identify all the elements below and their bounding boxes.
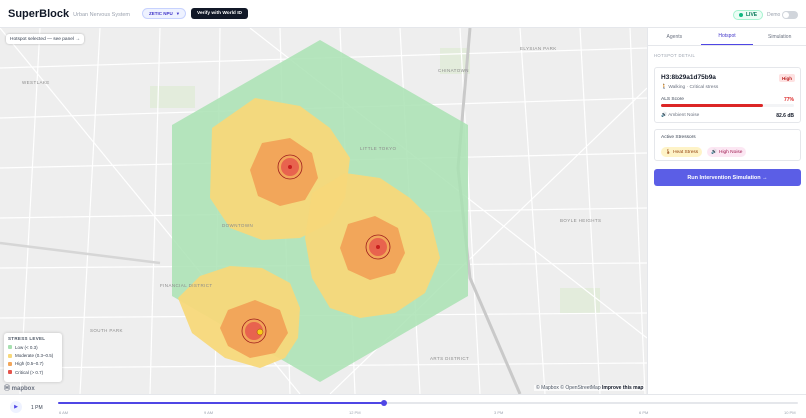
legend-item: Low (< 0.3) (8, 343, 58, 351)
hotspot-card: H3:8b29a1d75b9a High 🚶 Walking · Critica… (654, 67, 801, 123)
time-tick: 6 PM (639, 410, 649, 415)
hotspot-mode-text: Walking · Critical stress (668, 85, 719, 90)
run-simulation-button[interactable]: Run Intervention Simulation → (654, 169, 801, 186)
hotspot-mode: 🚶 Walking · Critical stress (661, 85, 718, 90)
stressors-card: Active Stressors 🌡 Heat Stress 🔊 High Nois… (654, 129, 801, 161)
mapbox-logo-text: mapbox (11, 386, 35, 392)
stress-legend: STRESS LEVEL Low (< 0.3) Moderate (0.3–0… (4, 333, 62, 382)
hotspot-status-pill: Hotspot selected — see panel → (6, 34, 85, 44)
legend-swatch (8, 345, 12, 350)
demo-label: Demo (767, 12, 781, 18)
score-bar-fill (661, 104, 764, 107)
brand-name: SuperBlock (8, 7, 70, 20)
time-slider[interactable] (58, 400, 798, 406)
walking-icon: 🚶 (661, 85, 667, 90)
selected-agent-marker[interactable] (256, 328, 264, 336)
legend-label: Critical (> 0.7) (15, 369, 44, 375)
section-label: HOTSPOT DETAIL (654, 53, 696, 58)
district-label: ARTS DISTRICT (430, 356, 470, 361)
speaker-icon: 🔊 (711, 149, 717, 155)
legend-swatch (8, 370, 12, 375)
hotspot-center[interactable] (376, 245, 380, 249)
time-tick: 6 AM (59, 410, 69, 415)
legend-label: Moderate (0.3–0.5) (15, 353, 54, 359)
park-area (150, 86, 195, 108)
district-label: DOWNTOWN (222, 223, 254, 228)
time-tick: 12 PM (349, 410, 361, 415)
panel-tabs: Agents Hotspot Simulation (648, 28, 806, 46)
score-bar (661, 104, 794, 107)
noise-label-text: Ambient Noise (668, 113, 700, 118)
tab-hotspot[interactable]: Hotspot (700, 28, 754, 45)
tab-simulation[interactable]: Simulation (753, 28, 806, 45)
severity-badge: High (779, 74, 795, 82)
time-tick: 10 PM (784, 410, 796, 415)
time-tick: 3 PM (494, 410, 504, 415)
hotspot-id: H3:8b29a1d75b9a (661, 74, 716, 81)
noise-label: 🔊 Ambient Noise (661, 113, 699, 118)
legend-label: High (0.5–0.7) (15, 361, 44, 367)
legend-item: Moderate (0.3–0.5) (8, 351, 58, 359)
noise-icon: 🔊 (661, 113, 667, 118)
demo-toggle[interactable] (782, 11, 798, 19)
district-label: FINANCIAL DISTRICT (160, 283, 213, 288)
mapbox-logo[interactable]: Ⓜ mapbox (4, 383, 35, 392)
district-label: WESTLAKE (22, 80, 50, 85)
district-label: CHINATOWN (438, 68, 469, 73)
district-label: ELYSIAN PARK (520, 46, 557, 51)
legend-swatch (8, 353, 12, 358)
npu-badge-label: ZETIC NPU (149, 11, 173, 16)
score-value: 77% (783, 97, 794, 103)
live-badge: LIVE (733, 10, 764, 20)
side-panel: Agents Hotspot Simulation HOTSPOT DETAIL… (647, 28, 806, 394)
freeway (0, 241, 161, 265)
map-canvas (0, 28, 647, 394)
map-attribution: © Mapbox © OpenStreetMap Improve this ma… (534, 385, 646, 391)
map-view[interactable]: WESTLAKE DOWNTOWN ARTS DISTRICT BOYLE HE… (0, 28, 647, 394)
chip-label: Heat Stress (673, 149, 699, 155)
heat-stress-chip[interactable]: 🌡 Heat Stress (661, 147, 703, 157)
play-button[interactable]: ▶ (10, 401, 22, 413)
legend-swatch (8, 361, 12, 366)
current-time: 1 PM (31, 405, 43, 411)
timeline-bar: ▶ 1 PM 6 AM 9 AM 12 PM 3 PM 6 PM 10 PM (0, 394, 806, 418)
noise-value: 82.6 dB (776, 113, 794, 119)
high-noise-chip[interactable]: 🔊 High Noise (707, 147, 747, 157)
district-label: LITTLE TOKYO (360, 146, 397, 151)
score-label: ALS Score (661, 97, 684, 102)
legend-label: Low (< 0.3) (15, 344, 38, 350)
chevron-down-icon: ▾ (176, 10, 180, 16)
legend-item: High (0.5–0.7) (8, 360, 58, 368)
npu-badge[interactable]: ZETIC NPU ▾ (142, 8, 187, 19)
time-tick: 9 AM (204, 410, 214, 415)
chip-label: High Noise (718, 149, 743, 155)
district-label: SOUTH PARK (90, 328, 123, 333)
time-slider-handle[interactable] (380, 400, 387, 406)
play-icon: ▶ (14, 404, 18, 410)
tab-agents[interactable]: Agents (648, 28, 701, 45)
hotspot-center[interactable] (288, 165, 292, 169)
live-dot-icon (739, 13, 743, 17)
brand-subtitle: Urban Nervous System (73, 11, 130, 18)
legend-item: Critical (> 0.7) (8, 368, 58, 376)
app-header: SuperBlock Urban Nervous System ZETIC NP… (0, 0, 806, 28)
legend-title: STRESS LEVEL (8, 336, 46, 341)
district-label: BOYLE HEIGHTS (560, 218, 602, 223)
time-slider-fill (58, 402, 384, 404)
stressors-title: Active Stressors (661, 135, 696, 140)
improve-map-link[interactable]: Improve this map (602, 385, 643, 391)
live-label: LIVE (746, 12, 758, 18)
toggle-knob (783, 12, 789, 18)
attribution-text[interactable]: © Mapbox © OpenStreetMap (536, 385, 601, 391)
thermometer-icon: 🌡 (665, 149, 672, 155)
verify-world-id-button[interactable]: Verify with World ID (191, 8, 248, 19)
